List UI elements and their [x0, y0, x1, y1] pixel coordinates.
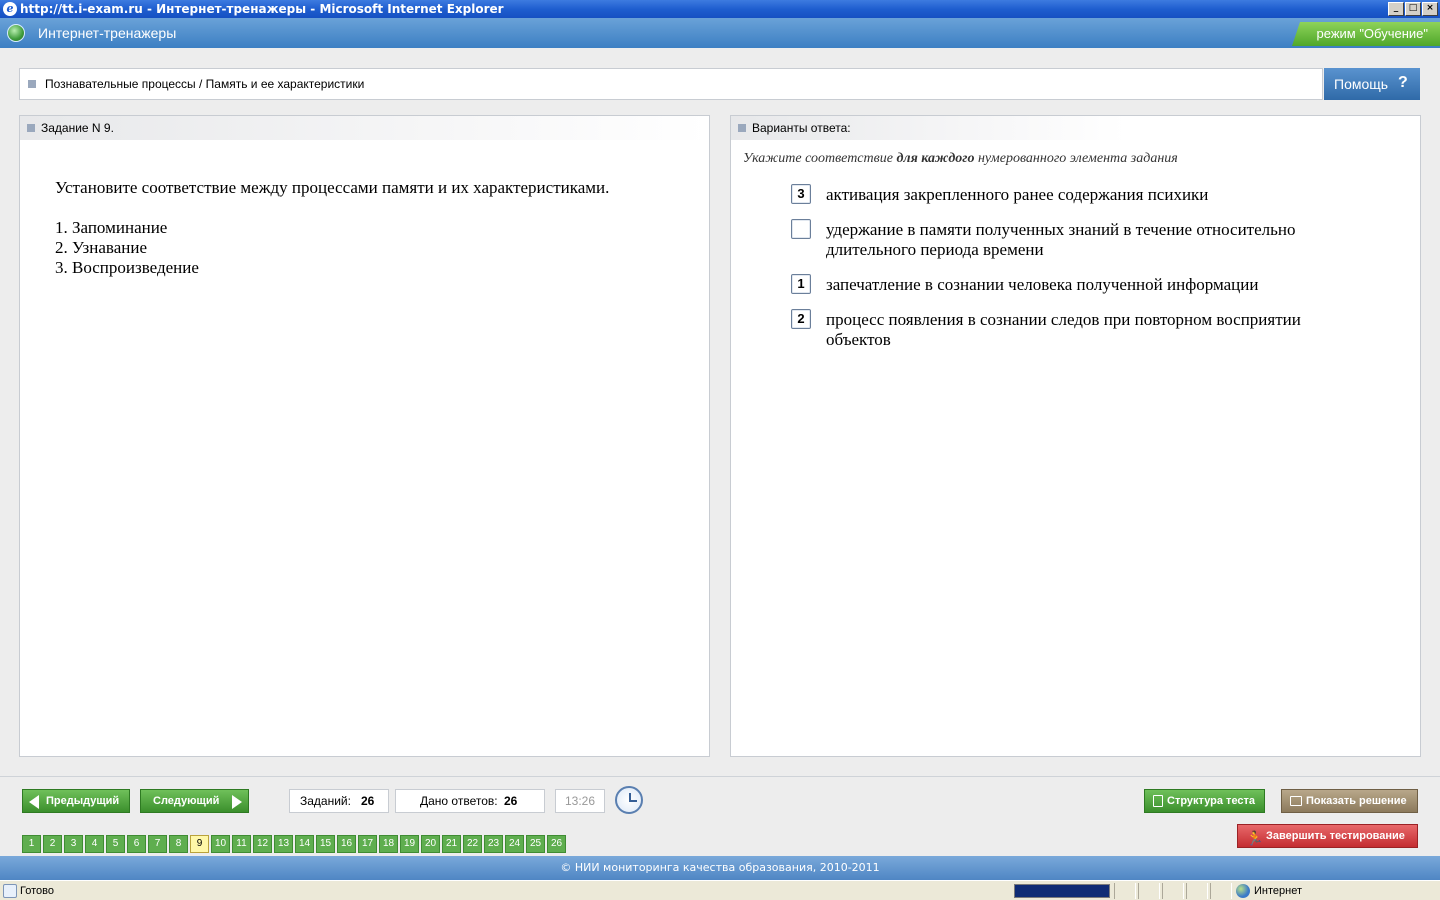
page-button-12[interactable]: 12: [253, 835, 272, 853]
window-title-bar: e http://tt.i-exam.ru - Интернет-тренаже…: [0, 0, 1440, 18]
page-button-23[interactable]: 23: [484, 835, 503, 853]
answer-input-box[interactable]: [791, 219, 811, 239]
tasks-label: Заданий:: [300, 794, 351, 808]
page-status-icon: [3, 884, 17, 898]
page-button-5[interactable]: 5: [106, 835, 125, 853]
page-button-21[interactable]: 21: [442, 835, 461, 853]
task-item: 3. Воспроизведение: [55, 258, 199, 277]
running-man-icon: 🏃: [1246, 830, 1264, 846]
page-button-19[interactable]: 19: [400, 835, 419, 853]
test-structure-label: Структура теста: [1167, 795, 1256, 807]
maximize-button[interactable]: □: [1405, 2, 1421, 16]
internet-zone-icon: [1236, 884, 1250, 898]
progress-bar: [1014, 884, 1110, 898]
clock-icon: [615, 786, 643, 814]
app-header: Интернет-тренажеры режим "Обучение": [0, 18, 1440, 48]
footer-copyright: © НИИ мониторинга качества образования, …: [0, 856, 1440, 880]
app-logo-icon: [7, 24, 25, 42]
help-label: Помощь: [1334, 76, 1389, 92]
answers-label: Дано ответов:: [420, 794, 498, 808]
mode-badge: режим "Обучение": [1292, 22, 1440, 46]
finish-test-label: Завершить тестирование: [1266, 830, 1405, 842]
security-zone: Интернет: [1254, 885, 1302, 897]
page-button-3[interactable]: 3: [64, 835, 83, 853]
answer-options-title: Варианты ответа:: [752, 121, 851, 135]
status-cell: [1210, 883, 1232, 899]
task-pagination: 1 2 3 4 5 6 7 8 9 10 11 12 13 14 15 16 17 18 19 20 21 22 23 24 2…: [22, 835, 566, 853]
status-cell: [1186, 883, 1208, 899]
book-icon: [1290, 796, 1302, 806]
answer-input-box[interactable]: 1: [791, 274, 811, 294]
page-button-7[interactable]: 7: [148, 835, 167, 853]
page-button-11[interactable]: 11: [232, 835, 251, 853]
task-number: Задание N 9.: [41, 121, 114, 135]
arrow-left-icon: [29, 795, 39, 809]
answer-instruction: Укажите соответствие для каждого нумеров…: [743, 151, 1178, 166]
finish-test-button[interactable]: 🏃 Завершить тестирование: [1237, 824, 1418, 848]
status-cell: [1162, 883, 1184, 899]
status-cell: [1138, 883, 1160, 899]
test-structure-button[interactable]: Структура теста: [1144, 789, 1265, 813]
task-panel-header: Задание N 9.: [20, 116, 709, 140]
page-button-24[interactable]: 24: [505, 835, 524, 853]
square-bullet-icon: [27, 124, 35, 132]
app-title: Интернет-тренажеры: [38, 25, 177, 41]
answer-option-text: процесс появления в сознании следов при …: [826, 310, 1301, 349]
page-button-20[interactable]: 20: [421, 835, 440, 853]
answer-option-text: удержание в памяти полученных знаний в т…: [826, 220, 1296, 259]
page-button-25[interactable]: 25: [526, 835, 545, 853]
next-label: Следующий: [153, 795, 220, 807]
question-text: Установите соответствие между процессами…: [55, 178, 610, 197]
next-button[interactable]: Следующий: [140, 789, 249, 813]
page-button-9[interactable]: 9: [190, 835, 209, 853]
arrow-right-icon: [232, 795, 242, 809]
page-button-2[interactable]: 2: [43, 835, 62, 853]
status-text: Готово: [20, 885, 54, 897]
help-button[interactable]: Помощь ?: [1324, 68, 1420, 100]
answer-option-text: запечатление в сознании человека получен…: [826, 275, 1259, 294]
browser-status-bar: Готово Интернет: [0, 880, 1440, 900]
page-button-10[interactable]: 10: [211, 835, 230, 853]
breadcrumb: Познавательные процессы / Память и ее ха…: [19, 68, 1323, 100]
status-cell: [1114, 883, 1136, 899]
answer-input-box[interactable]: 2: [791, 309, 811, 329]
task-item: 1. Запоминание: [55, 218, 168, 237]
answer-panel: Варианты ответа: Укажите соответствие дл…: [730, 115, 1421, 757]
timer-display: 13:26: [555, 789, 605, 813]
page-button-22[interactable]: 22: [463, 835, 482, 853]
document-icon: [1153, 795, 1163, 807]
page-button-13[interactable]: 13: [274, 835, 293, 853]
page-button-6[interactable]: 6: [127, 835, 146, 853]
internet-explorer-icon: e: [3, 2, 17, 16]
square-bullet-icon: [738, 124, 746, 132]
page-button-1[interactable]: 1: [22, 835, 41, 853]
tasks-count: 26: [361, 794, 375, 808]
answer-panel-header: Варианты ответа:: [731, 116, 1126, 140]
page-button-16[interactable]: 16: [337, 835, 356, 853]
previous-label: Предыдущий: [46, 795, 120, 807]
breadcrumb-text: Познавательные процессы / Память и ее ха…: [45, 77, 365, 91]
page-button-26[interactable]: 26: [547, 835, 566, 853]
page-button-4[interactable]: 4: [85, 835, 104, 853]
show-solution-button[interactable]: Показать решение: [1281, 789, 1418, 813]
answers-count: 26: [504, 794, 518, 808]
question-mark-icon: ?: [1398, 74, 1408, 91]
answers-count-box: Дано ответов: 26: [395, 789, 545, 813]
square-bullet-icon: [28, 80, 36, 88]
close-button[interactable]: ×: [1422, 2, 1438, 16]
answer-input-box[interactable]: 3: [791, 184, 811, 204]
previous-button[interactable]: Предыдущий: [22, 789, 130, 813]
page-button-14[interactable]: 14: [295, 835, 314, 853]
minimize-button[interactable]: _: [1388, 2, 1404, 16]
tasks-count-box: Заданий: 26: [289, 789, 389, 813]
answer-option-text: активация закрепленного ранее содержания…: [826, 185, 1209, 204]
task-item: 2. Узнавание: [55, 238, 147, 257]
page-button-8[interactable]: 8: [169, 835, 188, 853]
window-title: http://tt.i-exam.ru - Интернет-тренажеры…: [20, 2, 504, 16]
page-button-15[interactable]: 15: [316, 835, 335, 853]
task-panel: Задание N 9. Установите соответствие меж…: [19, 115, 710, 757]
page-button-17[interactable]: 17: [358, 835, 377, 853]
show-solution-label: Показать решение: [1306, 795, 1407, 807]
page-button-18[interactable]: 18: [379, 835, 398, 853]
